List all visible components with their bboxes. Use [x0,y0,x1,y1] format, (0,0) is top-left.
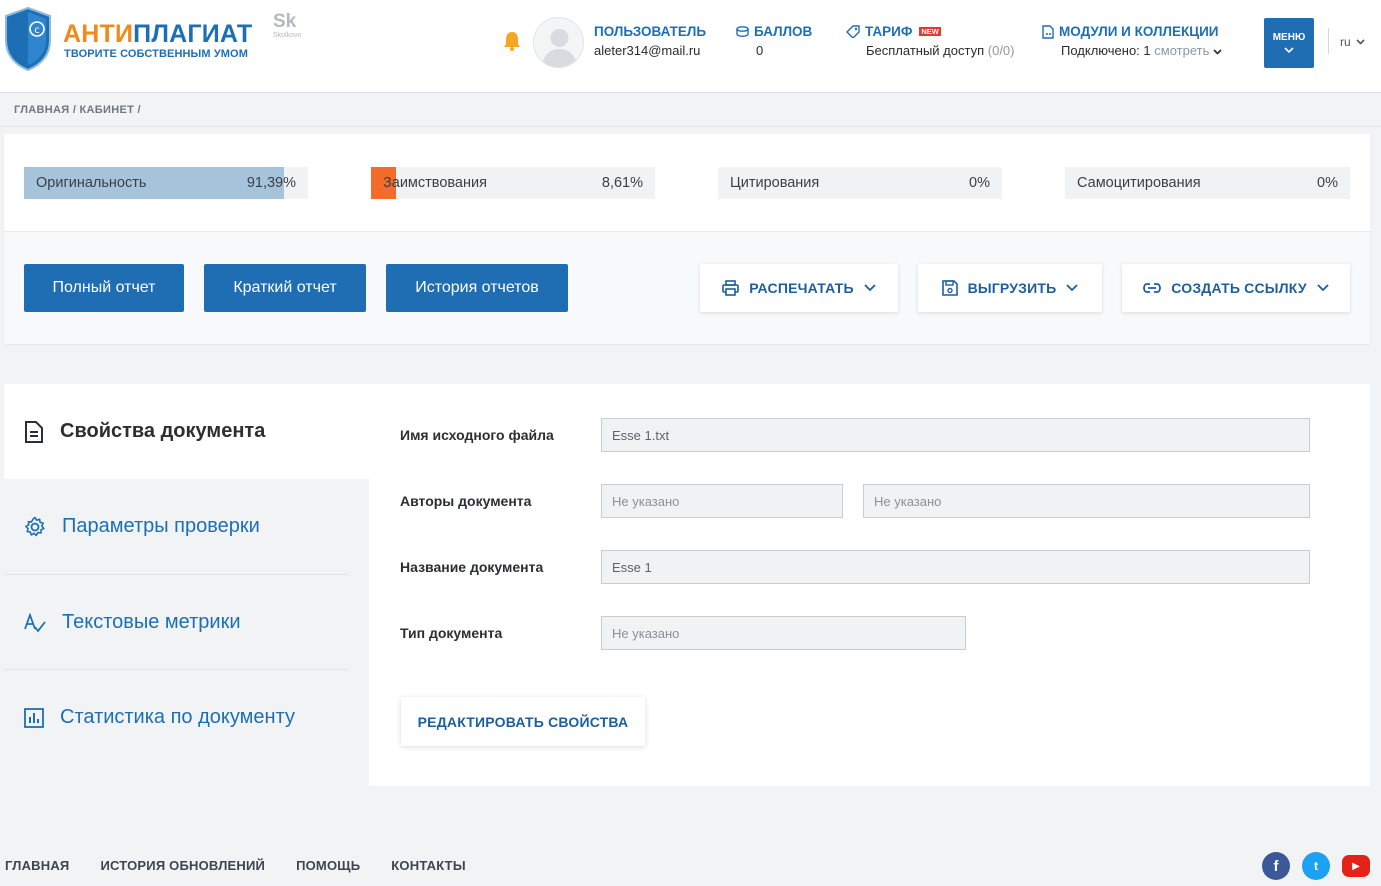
sidebar-item-check-parameters[interactable]: Параметры проверки [4,479,348,574]
logo-title[interactable]: АНТИПЛАГИАТ [63,20,252,49]
modules-label: МОДУЛИ И КОЛЛЕКЦИИ [1059,24,1219,39]
author-field-2: Не указано [863,484,1310,518]
user-email: aleter314@mail.ru [594,43,701,58]
coins-icon [736,26,749,37]
stat-originality: Оригинальность 91,39% [24,167,308,199]
stat-self-citations: Самоцитирования 0% [1065,167,1350,199]
chevron-down-icon [1317,284,1329,292]
stat-borrowings: Заимствования 8,61% [371,167,655,199]
document-type-label: Тип документа [400,625,503,641]
sidebar-item-document-statistics[interactable]: Статистика по документу [4,670,348,765]
user-block[interactable]: ПОЛЬЗОВАТЕЛЬ aleter314@mail.ru [594,24,706,58]
file-icon [1042,24,1054,39]
chevron-down-icon [1284,47,1294,53]
user-label: ПОЛЬЗОВАТЕЛЬ [594,24,707,39]
new-badge: NEW [919,26,941,37]
chevron-down-icon[interactable] [1213,49,1222,55]
footer-link-contacts[interactable]: КОНТАКТЫ [391,858,465,873]
logo-tagline: ТВОРИТЕ СОБСТВЕННЫМ УМОМ [64,48,248,60]
tariff-block[interactable]: ТАРИФ NEW Бесплатный доступ (0/0) [846,24,1015,58]
document-icon [25,420,43,443]
points-label: БАЛЛОВ [754,24,813,39]
twitter-icon[interactable]: t [1302,852,1330,880]
gear-icon [25,516,45,536]
short-report-button[interactable]: Краткий отчет [204,264,366,312]
document-title-field: Esse 1 [601,550,1310,584]
document-type-field: Не указано [601,616,966,650]
report-summary-card: Оригинальность 91,39% Заимствования 8,61… [4,134,1370,344]
modules-block[interactable]: МОДУЛИ И КОЛЛЕКЦИИ Подключено: 1 смотрет… [1042,24,1222,58]
facebook-icon[interactable]: f [1262,852,1290,880]
tariff-count: (0/0) [987,43,1015,58]
chevron-down-icon [1356,39,1365,45]
tariff-value: Бесплатный доступ [866,43,985,58]
printer-icon [722,280,740,296]
sidebar-item-document-properties[interactable]: Свойства документа [4,384,348,479]
bar-chart-icon [24,707,44,728]
breadcrumb[interactable]: ГЛАВНАЯ / КАБИНЕТ / [14,104,141,116]
filename-label: Имя исходного файла [400,427,554,443]
author-field-1: Не указано [601,484,843,518]
stat-citations: Цитирования 0% [718,167,1002,199]
tariff-label: ТАРИФ [865,24,913,39]
footer-link-help[interactable]: ПОМОЩЬ [296,858,360,873]
sidebar-item-text-metrics[interactable]: Текстовые метрики [4,575,348,670]
avatar[interactable] [533,17,584,68]
chevron-down-icon [1066,284,1079,292]
link-icon [1143,283,1162,293]
header: c АНТИПЛАГИАТ ТВОРИТЕ СОБСТВЕННЫМ УМОМ S… [0,0,1381,93]
footer-link-updates[interactable]: ИСТОРИЯ ОБНОВЛЕНИЙ [100,858,265,873]
user-silhouette-icon [542,29,577,67]
points-block[interactable]: БАЛЛОВ 0 [736,24,812,58]
modules-value: Подключено: 1 [1061,43,1151,58]
divider [1328,28,1329,54]
full-report-button[interactable]: Полный отчет [24,264,184,312]
print-button[interactable]: РАСПЕЧАТАТЬ [700,264,898,312]
authors-label: Авторы документа [400,493,532,509]
points-value: 0 [756,43,764,58]
text-metrics-icon [24,612,46,632]
divider [0,126,1381,127]
bell-icon[interactable] [503,31,521,51]
shield-logo-icon[interactable]: c [4,6,52,72]
filename-field: Esse 1.txt [601,418,1310,452]
edit-properties-button[interactable]: РЕДАКТИРОВАТЬ СВОЙСТВА [401,697,645,746]
report-history-button[interactable]: История отчетов [386,264,568,312]
export-button[interactable]: ВЫГРУЗИТЬ [918,264,1102,312]
footer-nav: ГЛАВНАЯ ИСТОРИЯ ОБНОВЛЕНИЙ ПОМОЩЬ КОНТАК… [5,858,497,873]
footer-link-home[interactable]: ГЛАВНАЯ [5,858,69,873]
chevron-down-icon [864,284,876,292]
skolkovo-logo: Sk Skolkovo [273,11,302,39]
save-icon [941,280,958,296]
language-selector[interactable]: ru [1340,35,1365,49]
modules-view-link[interactable]: смотреть [1154,43,1209,58]
svg-text:c: c [34,25,40,36]
create-link-button[interactable]: СОЗДАТЬ ССЫЛКУ [1122,264,1350,312]
tag-icon [846,25,860,38]
menu-button[interactable]: МЕНЮ [1264,18,1314,68]
youtube-icon[interactable]: ▶ [1342,855,1370,877]
document-title-label: Название документа [400,559,544,575]
